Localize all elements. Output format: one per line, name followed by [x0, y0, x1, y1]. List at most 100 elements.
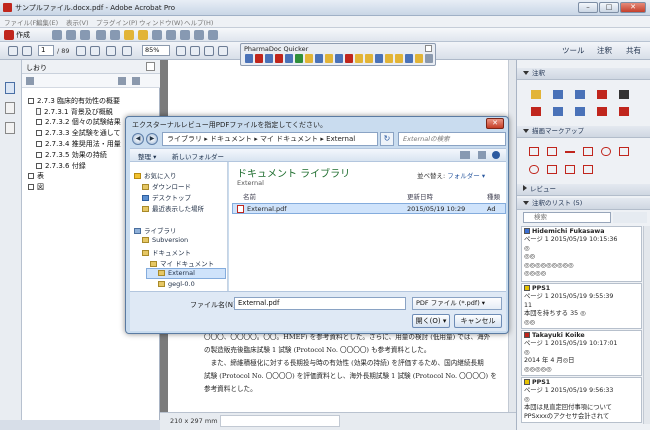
bookmark-item[interactable]: 2.7.3.5 効果の持続 [36, 150, 107, 160]
signature-icon[interactable] [5, 122, 15, 134]
hand-tool-icon[interactable] [90, 46, 100, 56]
text-insert-icon[interactable] [575, 90, 585, 99]
options-icon[interactable] [26, 77, 34, 85]
tools-tab[interactable]: ツール [562, 45, 585, 56]
email-icon[interactable] [110, 30, 120, 40]
nav-subversion[interactable]: Subversion [142, 236, 188, 244]
comment-item[interactable]: Takayuki Koike ページ 1 2015/05/19 10:17:01… [521, 330, 642, 376]
delete-bookmark-icon[interactable] [118, 77, 126, 85]
horizontal-scrollbar[interactable] [220, 415, 340, 427]
save-icon[interactable] [66, 30, 76, 40]
preview-pane-icon[interactable] [478, 151, 486, 159]
bookmark-item[interactable]: 2.7.3.1 背景及び概観 [36, 107, 113, 117]
help-icon[interactable] [492, 151, 500, 159]
print-icon[interactable] [80, 30, 90, 40]
text-correction-icon[interactable] [597, 107, 607, 116]
bookmark-item[interactable]: 2.7.3 臨床的有効性の概要 [28, 96, 120, 106]
bookmark-item[interactable]: 2.7.3.3 全試験を通して [36, 128, 121, 138]
refresh-icon[interactable]: ↻ [380, 132, 394, 146]
organize-button[interactable]: 整理 ▾ [138, 151, 156, 161]
column-type[interactable]: 種類 [487, 191, 500, 201]
nav-documents[interactable]: ドキュメント [142, 247, 191, 257]
page-number-input[interactable]: 1 [38, 45, 54, 56]
folder-search-input[interactable]: Externalの検索 [398, 132, 506, 146]
sticky-note-icon[interactable] [531, 90, 541, 99]
document-scrollbar[interactable] [508, 60, 516, 412]
tool-icon[interactable] [415, 54, 423, 63]
tool-icon[interactable] [365, 54, 373, 63]
create-button[interactable]: 作成 [16, 30, 30, 40]
dialog-close-button[interactable]: ✕ [486, 118, 504, 129]
close-button[interactable]: ✕ [620, 2, 646, 13]
new-folder-button[interactable]: 新しいフォルダー [172, 151, 224, 161]
file-row[interactable]: External.pdf 2015/05/19 10:29 Ad [232, 203, 506, 214]
nav-downloads[interactable]: ダウンロード [142, 181, 191, 191]
view-options-icon[interactable] [460, 151, 470, 159]
tool-icon[interactable] [395, 54, 403, 63]
tool-icon[interactable] [425, 54, 433, 63]
tool-icon[interactable] [315, 54, 323, 63]
drawing-markup-section[interactable]: 描画マークアップ [517, 126, 650, 138]
tool-icon[interactable] [385, 54, 393, 63]
maximize-button[interactable]: □ [599, 2, 619, 13]
bookmark-panel-icon[interactable] [5, 82, 15, 94]
new-bookmark-icon[interactable] [132, 77, 140, 85]
column-name[interactable]: 名前 [243, 191, 256, 201]
filetype-select[interactable]: PDF ファイル (*.pdf) ▾ [412, 297, 502, 310]
tool-icon[interactable] [325, 54, 333, 63]
arrange-by[interactable]: 並べ替え: フォルダー ▾ [417, 170, 485, 180]
column-date[interactable]: 更新日時 [407, 191, 433, 201]
comment-icon[interactable] [124, 30, 134, 40]
menu-plugin[interactable]: プラグイン(P) [96, 17, 138, 27]
breadcrumb-item[interactable]: ドキュメント [210, 135, 252, 143]
comment-filter-icons[interactable] [613, 212, 647, 223]
close-toolbar-icon[interactable] [425, 45, 432, 52]
tool-icon[interactable] [405, 54, 413, 63]
minimize-button[interactable]: – [578, 2, 598, 13]
zoom-out-icon[interactable] [106, 46, 116, 56]
fit-width-icon[interactable] [190, 46, 200, 56]
bookmark-item[interactable]: 2.7.3.4 推奨用法・用量 [36, 139, 121, 149]
pencil-icon[interactable] [565, 165, 575, 174]
tool-icon[interactable] [245, 54, 253, 63]
share-icon[interactable] [152, 30, 162, 40]
close-panel-icon[interactable] [146, 62, 155, 71]
tool-icon[interactable] [295, 54, 303, 63]
menu-help[interactable]: ヘルプ(H) [184, 17, 213, 27]
back-icon[interactable]: ◀ [132, 133, 144, 145]
menu-edit[interactable]: 編集(E) [36, 17, 58, 27]
create-icon[interactable] [4, 30, 14, 40]
rectangle-icon[interactable] [529, 147, 539, 156]
sign-icon[interactable] [180, 30, 190, 40]
tool-icon[interactable] [355, 54, 363, 63]
menu-window[interactable]: ウィンドウ(W) [139, 17, 183, 27]
arrow-icon[interactable] [583, 147, 593, 156]
highlight-icon[interactable] [553, 90, 563, 99]
note-icon[interactable] [138, 30, 148, 40]
textbox-icon[interactable] [575, 107, 585, 116]
eraser-icon[interactable] [583, 165, 593, 174]
nav-desktop[interactable]: デスクトップ [142, 192, 191, 202]
tool-icon[interactable] [335, 54, 343, 63]
bookmark-item[interactable]: 2.7.3.6 付録 [36, 161, 86, 171]
comment-item[interactable]: PPS1 ページ 1 2015/05/19 9:56:33 ◎ 本団は見直定回付… [521, 377, 642, 423]
tool-icon[interactable] [275, 54, 283, 63]
replace-text-icon[interactable] [531, 107, 541, 116]
prev-page-icon[interactable] [8, 46, 18, 56]
strikethrough-icon[interactable] [597, 90, 607, 99]
tool-icon[interactable] [375, 54, 383, 63]
tool-icon[interactable] [285, 54, 293, 63]
underline-icon[interactable] [553, 107, 563, 116]
comment-item[interactable]: PPS1 ページ 1 2015/05/19 9:55:39 11 本団を持ちする… [521, 283, 642, 329]
open-button[interactable]: 開く(O) ▾ [412, 314, 450, 328]
menu-file[interactable]: ファイル(F) [4, 17, 39, 27]
breadcrumb-item[interactable]: マイ ドキュメント [260, 135, 318, 143]
nav-favorites[interactable]: お気に入り [134, 170, 177, 180]
nav-external[interactable]: External [158, 269, 195, 277]
fit-page-icon[interactable] [176, 46, 186, 56]
bookmark-item[interactable]: 図 [28, 182, 44, 192]
form-icon[interactable] [194, 30, 204, 40]
menu-view[interactable]: 表示(V) [66, 17, 89, 27]
tool-icon[interactable] [265, 54, 273, 63]
review-section[interactable]: レビュー [517, 184, 650, 196]
